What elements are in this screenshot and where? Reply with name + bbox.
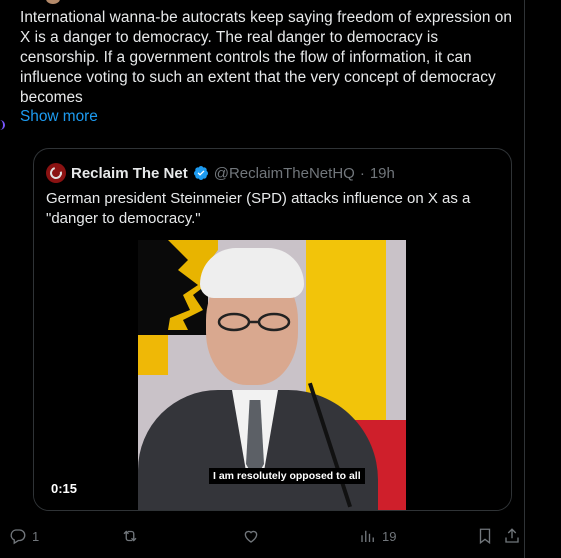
speaker-glasses: [217, 312, 291, 332]
quoted-post[interactable]: Reclaim The Net @ReclaimTheNetHQ · 19h G…: [33, 148, 512, 511]
like-button[interactable]: [242, 527, 265, 545]
quoted-avatar[interactable]: [46, 163, 66, 183]
quoted-timestamp[interactable]: 19h: [370, 165, 395, 182]
video-subtitle: I am resolutely opposed to all: [209, 468, 365, 484]
views-chart-icon: [361, 530, 374, 542]
video-player[interactable]: I am resolutely opposed to all 0:15: [34, 240, 511, 510]
bookmark-button[interactable]: [476, 527, 494, 545]
post-text: International wanna-be autocrats keep sa…: [20, 9, 512, 106]
author-avatar[interactable]: [46, 0, 60, 4]
post-page: International wanna-be autocrats keep sa…: [0, 0, 561, 558]
share-button[interactable]: [503, 527, 521, 545]
quoted-post-text: German president Steinmeier (SPD) attack…: [46, 190, 471, 227]
quoted-post-header: Reclaim The Net @ReclaimTheNetHQ · 19h: [46, 162, 395, 184]
reply-count: 1: [32, 528, 40, 544]
bookmark-icon: [479, 528, 491, 545]
quoted-author-name[interactable]: Reclaim The Net: [71, 165, 188, 182]
repost-button[interactable]: [121, 527, 144, 545]
share-icon: [505, 528, 519, 543]
heart-icon: [244, 530, 258, 543]
views-button[interactable]: 19: [359, 527, 396, 545]
header-separator: ·: [359, 164, 365, 182]
video-timecode: 0:15: [51, 481, 78, 496]
quoted-handle[interactable]: @ReclaimTheNetHQ: [214, 165, 355, 182]
view-count: 19: [382, 528, 397, 544]
repost-icon: [123, 530, 137, 542]
reply-button[interactable]: 1: [9, 527, 39, 545]
show-more-link[interactable]: Show more: [20, 108, 98, 126]
column-divider: [524, 0, 525, 558]
action-bar: 1 19: [0, 527, 524, 547]
reply-icon: [10, 529, 26, 545]
verified-badge-icon: [193, 166, 208, 180]
thread-indicator: [0, 120, 5, 130]
